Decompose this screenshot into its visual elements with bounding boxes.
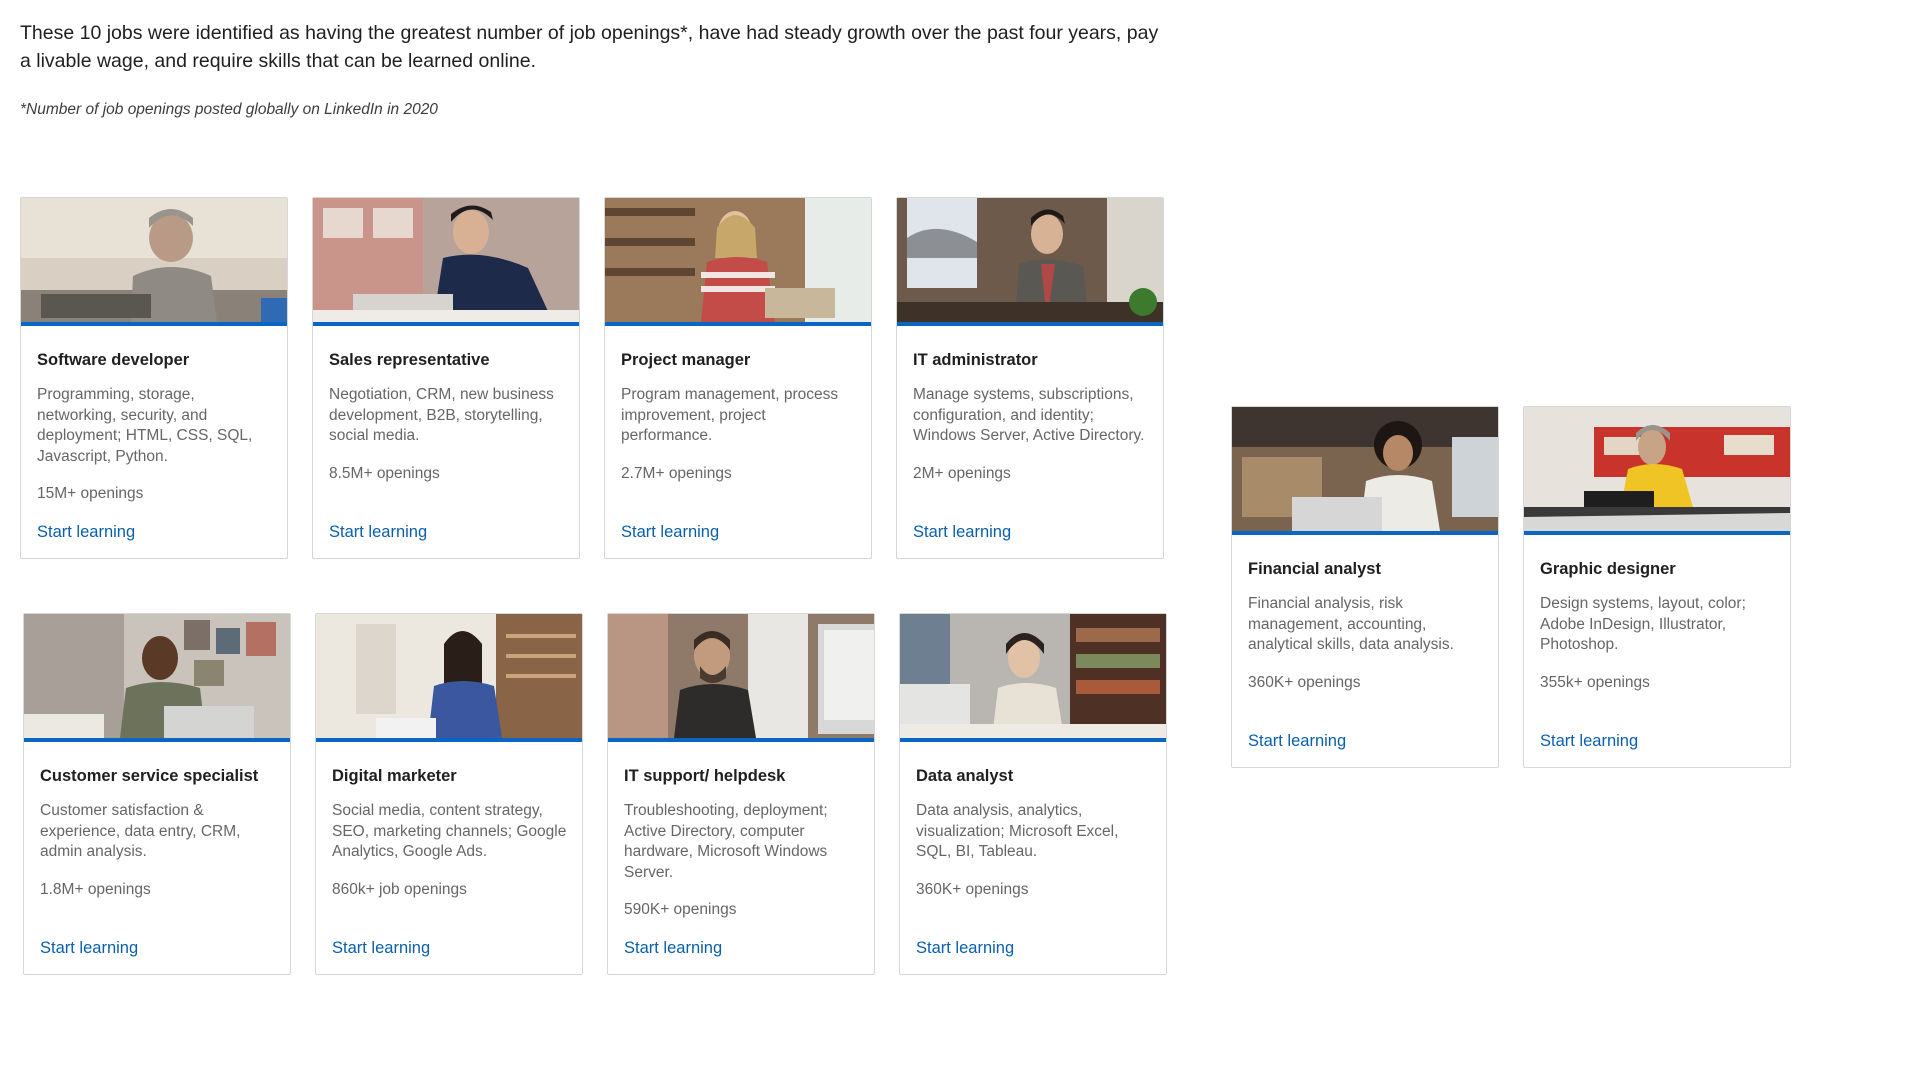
job-card-customer-service-specialist: Customer service specialist Customer sat… <box>23 613 291 975</box>
job-skills: Data analysis, analytics, visualization;… <box>916 802 1119 860</box>
person-with-headphones-photo <box>900 614 1166 742</box>
job-skills: Design systems, layout, color; Adobe InD… <box>1540 595 1746 653</box>
job-card-software-developer: Software developer Programming, storage,… <box>20 197 288 559</box>
job-title: IT support/ helpdesk <box>624 767 786 785</box>
job-card-financial-analyst: Financial analyst Financial analysis, ri… <box>1231 406 1499 768</box>
start-learning-link[interactable]: Start learning <box>1540 732 1638 751</box>
job-openings: 1.8M+ openings <box>40 881 151 898</box>
person-in-office-photo <box>1232 407 1498 535</box>
job-openings: 8.5M+ openings <box>329 465 440 482</box>
footnote: *Number of job openings posted globally … <box>20 101 438 118</box>
start-learning-link[interactable]: Start learning <box>916 939 1014 958</box>
job-card-data-analyst: Data analyst Data analysis, analytics, v… <box>899 613 1167 975</box>
person-on-floor-photo <box>1524 407 1790 535</box>
job-skills: Programming, storage, networking, securi… <box>37 386 253 465</box>
start-learning-link[interactable]: Start learning <box>332 939 430 958</box>
job-title: Project manager <box>621 351 751 369</box>
job-title: Digital marketer <box>332 767 457 785</box>
job-card-project-manager: Project manager Program management, proc… <box>604 197 872 559</box>
start-learning-link[interactable]: Start learning <box>624 939 722 958</box>
job-skills: Program management, process improvement,… <box>621 386 839 444</box>
job-title: Software developer <box>37 351 190 369</box>
person-smiling-photo <box>24 614 290 742</box>
job-title: IT administrator <box>913 351 1038 369</box>
person-at-window-photo <box>897 198 1163 326</box>
job-skills: Social media, content strategy, SEO, mar… <box>332 802 567 860</box>
person-on-phone-photo <box>313 198 579 326</box>
start-learning-link[interactable]: Start learning <box>37 523 135 542</box>
person-in-shop-photo <box>605 198 871 326</box>
intro-text: These 10 jobs were identified as having … <box>20 22 1159 72</box>
job-card-it-support-helpdesk: IT support/ helpdesk Troubleshooting, de… <box>607 613 875 975</box>
job-openings: 15M+ openings <box>37 485 144 502</box>
job-openings: 360K+ openings <box>916 881 1029 898</box>
job-title: Graphic designer <box>1540 560 1676 578</box>
job-skills: Negotiation, CRM, new business developme… <box>329 386 554 444</box>
start-learning-link[interactable]: Start learning <box>913 523 1011 542</box>
start-learning-link[interactable]: Start learning <box>621 523 719 542</box>
person-blue-shirt-photo <box>316 614 582 742</box>
job-openings: 2M+ openings <box>913 465 1011 482</box>
job-title: Financial analyst <box>1248 560 1381 578</box>
job-openings: 360K+ openings <box>1248 674 1361 691</box>
start-learning-link[interactable]: Start learning <box>40 939 138 958</box>
job-openings: 2.7M+ openings <box>621 465 732 482</box>
job-title: Customer service specialist <box>40 767 259 785</box>
job-card-graphic-designer: Graphic designer Design systems, layout,… <box>1523 406 1791 768</box>
job-skills: Manage systems, subscriptions, configura… <box>913 386 1145 444</box>
job-openings: 355k+ openings <box>1540 674 1650 691</box>
job-card-it-administrator: IT administrator Manage systems, subscri… <box>896 197 1164 559</box>
person-at-monitor-photo <box>608 614 874 742</box>
job-card-sales-representative: Sales representative Negotiation, CRM, n… <box>312 197 580 559</box>
job-openings: 590K+ openings <box>624 901 737 918</box>
start-learning-link[interactable]: Start learning <box>329 523 427 542</box>
person-at-laptop-photo <box>21 198 287 326</box>
start-learning-link[interactable]: Start learning <box>1248 732 1346 751</box>
job-title: Data analyst <box>916 767 1014 785</box>
job-openings: 860k+ job openings <box>332 881 467 898</box>
job-skills: Financial analysis, risk management, acc… <box>1248 595 1454 653</box>
job-title: Sales representative <box>329 351 490 369</box>
job-skills: Troubleshooting, deployment; Active Dire… <box>624 802 828 881</box>
job-skills: Customer satisfaction & experience, data… <box>40 802 241 860</box>
job-card-digital-marketer: Digital marketer Social media, content s… <box>315 613 583 975</box>
